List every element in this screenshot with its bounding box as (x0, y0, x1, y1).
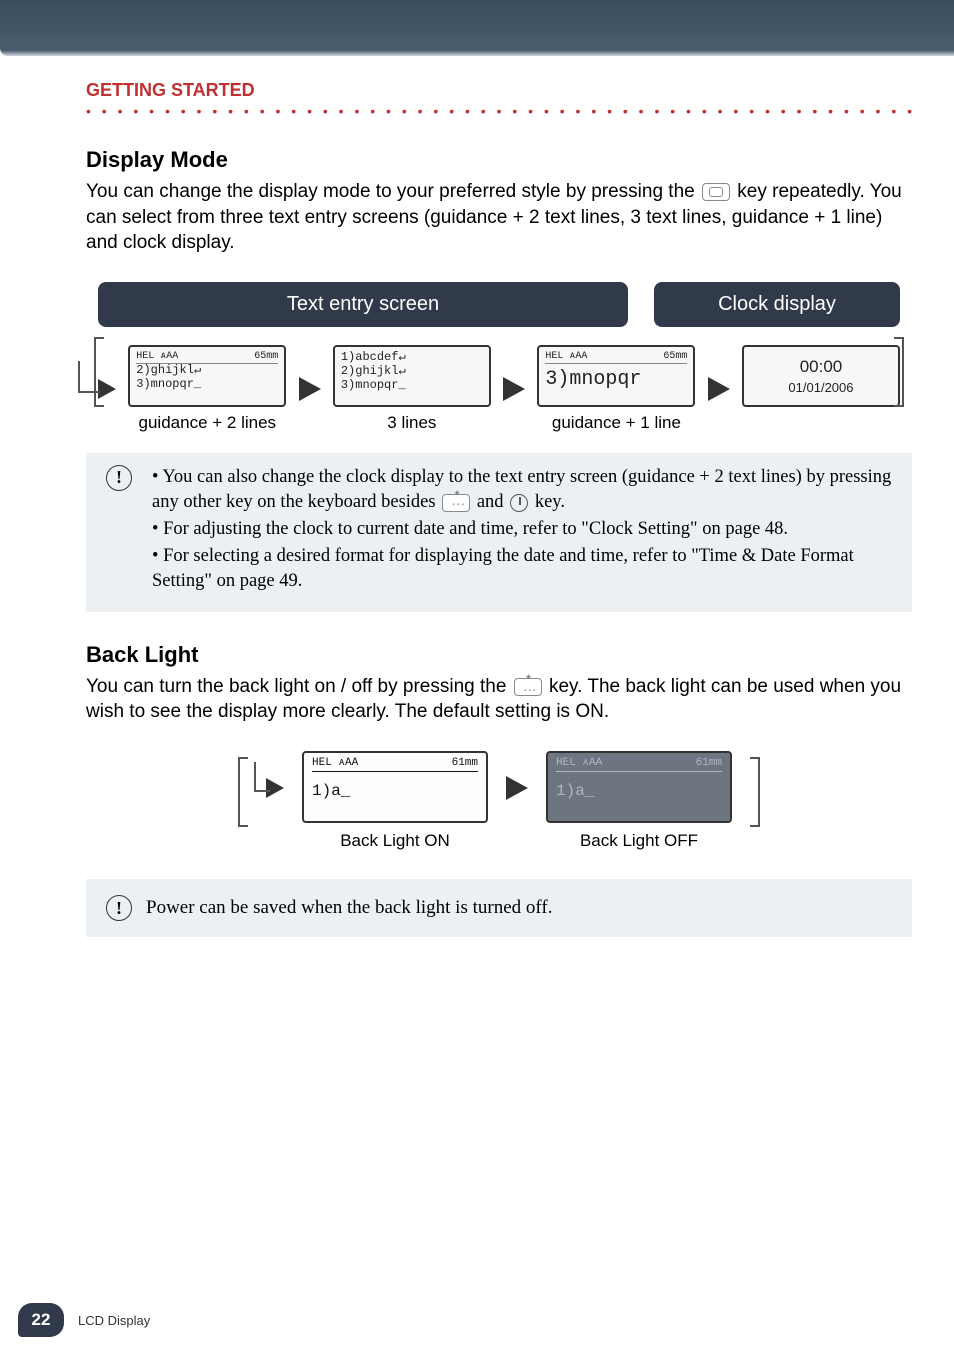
lcd2-line2: 2)ghijkl↵ (341, 365, 483, 379)
back-light-body-pre: You can turn the back light on / off by … (86, 676, 512, 697)
light-key-icon (514, 678, 542, 696)
display-mode-heading: Display Mode (86, 147, 912, 173)
lcd2-line3: 3)mnopqr_ (341, 379, 483, 393)
bl-on-topright: 61mm (452, 757, 478, 769)
arrow-start-icon (98, 379, 116, 399)
caption-guidance-1line: guidance + 1 line (552, 413, 681, 433)
lcd1-topright: 65mm (254, 351, 278, 363)
bar-clock-display: Clock display (654, 282, 900, 327)
back-light-note-text: Power can be saved when the back light i… (146, 897, 552, 919)
lcd1-topleft: HEL ᴀAA (136, 351, 178, 363)
top-banner (0, 0, 954, 56)
back-light-body: You can turn the back light on / off by … (86, 674, 912, 725)
back-light-note-box: ! Power can be saved when the back light… (86, 879, 912, 937)
back-light-diagram: HEL ᴀAA 61mm 1)a_ Back Light ON HEL ᴀAA 61… (86, 751, 912, 851)
lcd3-topleft: HEL ᴀAA (545, 351, 587, 363)
lcd4-date: 01/01/2006 (750, 379, 892, 397)
note1-end: key. (535, 492, 565, 512)
bracket-left-icon (238, 757, 248, 827)
caption-backlight-on: Back Light ON (340, 831, 450, 851)
page-content: GETTING STARTED • • • • • • • • • • • • … (0, 56, 954, 937)
lcd-screen-guidance-2lines: HEL ᴀAA 65mm 2)ghijkl↵ 3)mnopqr_ (128, 345, 286, 407)
display-mode-note-box: ! You can also change the clock display … (86, 453, 912, 612)
arrow-icon (708, 377, 730, 401)
lcd2-line1: 1)abcdef↵ (341, 351, 483, 365)
display-mode-note-list: You can also change the clock display to… (146, 465, 892, 596)
caption-guidance-2lines: guidance + 2 lines (139, 413, 277, 433)
note1-mid: and (477, 492, 508, 512)
bar-text-entry: Text entry screen (98, 282, 628, 327)
section-header: GETTING STARTED (86, 80, 912, 101)
lcd3-topright: 65mm (663, 351, 687, 363)
arrow-icon (506, 776, 528, 800)
lcd-screen-guidance-1line: HEL ᴀAA 65mm 3)mnopqr (537, 345, 695, 407)
lcd-backlight-on: HEL ᴀAA 61mm 1)a_ (302, 751, 488, 823)
bl-off-topright: 61mm (696, 757, 722, 769)
note-item-3: For selecting a desired format for displ… (152, 544, 892, 594)
lcd1-line2: 2)ghijkl↵ (136, 364, 278, 378)
lcd-backlight-off: HEL ᴀAA 61mm 1)a_ (546, 751, 732, 823)
lcd1-line3: 3)mnopqr_ (136, 378, 278, 392)
lcd4-time: 00:00 (750, 355, 892, 379)
dotted-divider: • • • • • • • • • • • • • • • • • • • • … (86, 103, 912, 117)
note-item-2: For adjusting the clock to current date … (152, 517, 892, 542)
power-key-icon (510, 494, 528, 512)
light-key-icon (442, 494, 470, 512)
lcd-screen-clock: 00:00 01/01/2006 (742, 345, 900, 407)
footer-title: LCD Display (78, 1313, 150, 1328)
display-mode-body: You can change the display mode to your … (86, 179, 912, 256)
bl-off-topleft: HEL ᴀAA (556, 757, 602, 769)
bracket-right-icon (894, 337, 904, 407)
page-footer: 22 LCD Display (18, 1303, 150, 1337)
arrow-icon (503, 377, 525, 401)
arrow-start-icon (266, 778, 284, 798)
back-light-heading: Back Light (86, 642, 912, 668)
caption-backlight-off: Back Light OFF (580, 831, 698, 851)
lcd3-bigline: 3)mnopqr (545, 364, 687, 391)
display-mode-body-pre: You can change the display mode to your … (86, 181, 700, 202)
lcd-screen-3lines: 1)abcdef↵ 2)ghijkl↵ 3)mnopqr_ (333, 345, 491, 407)
bracket-right-icon (750, 757, 760, 827)
page-number-badge: 22 (18, 1303, 64, 1337)
note-icon: ! (106, 465, 132, 491)
caption-clock (819, 413, 824, 433)
bl-off-line: 1)a_ (556, 782, 722, 800)
bl-on-line: 1)a_ (312, 782, 478, 800)
bl-on-topleft: HEL ᴀAA (312, 757, 358, 769)
arrow-icon (299, 377, 321, 401)
display-mode-key-icon (702, 183, 730, 201)
caption-3lines: 3 lines (387, 413, 436, 433)
note-icon: ! (106, 895, 132, 921)
note-item-1: You can also change the clock display to… (152, 465, 892, 515)
display-mode-diagram: Text entry screen Clock display HEL ᴀAA 6… (98, 282, 900, 443)
